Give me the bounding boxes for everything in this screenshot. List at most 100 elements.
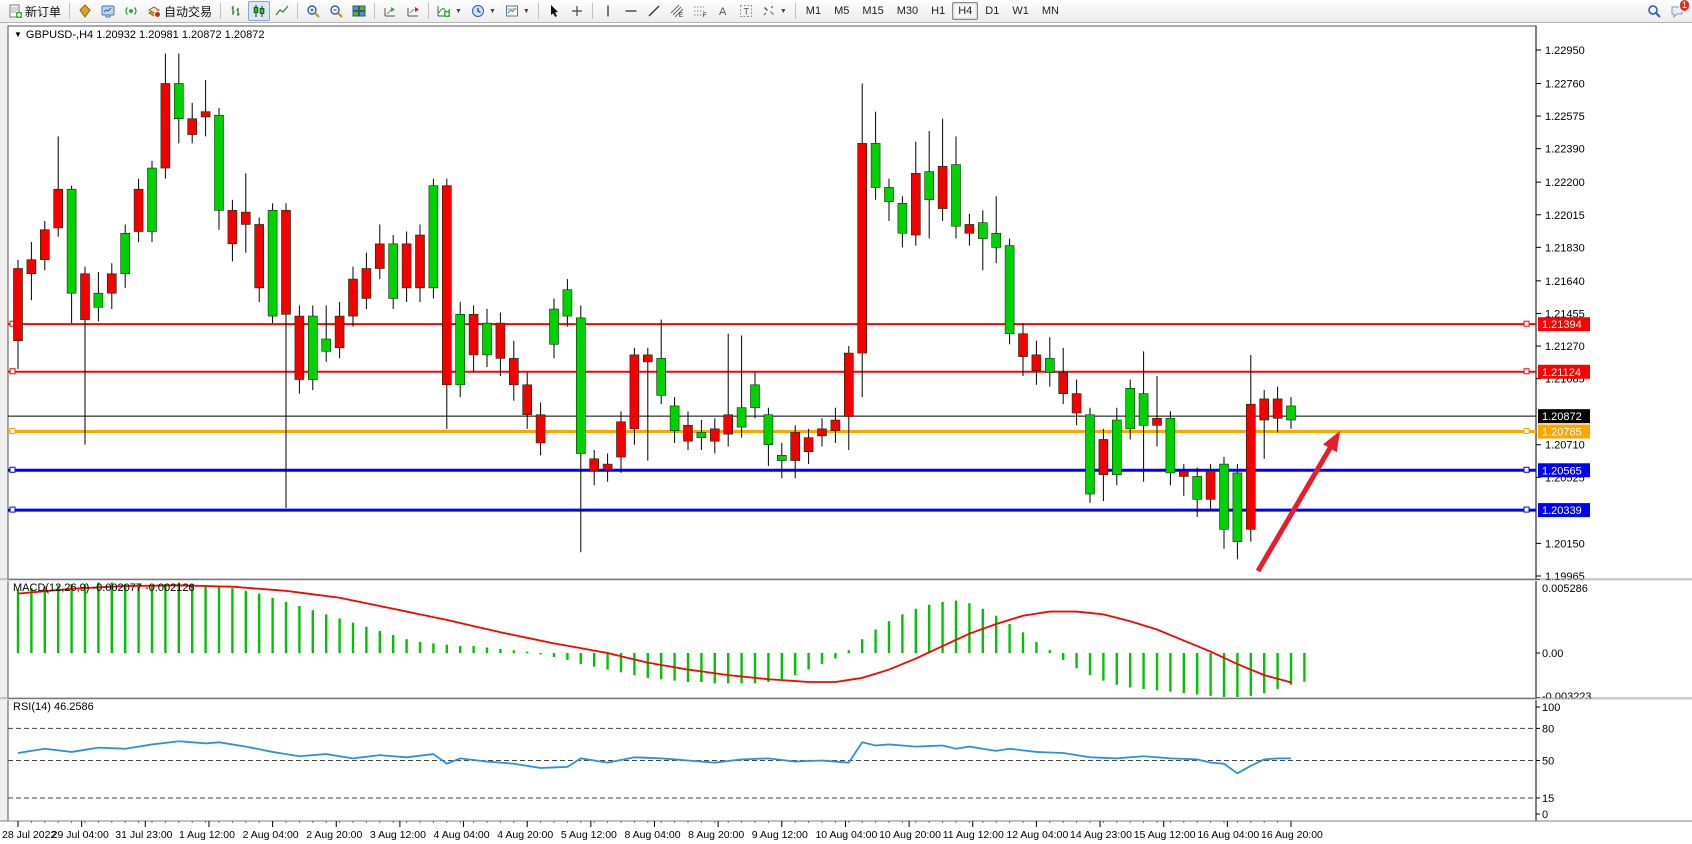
channel-icon: E — [670, 4, 684, 18]
compass-icon — [78, 4, 92, 18]
bars-icon — [229, 4, 243, 18]
time-tick-label: 10 Aug 04:00 — [815, 829, 877, 841]
notifications-button[interactable]: 1 — [1666, 1, 1688, 21]
svg-text:A: A — [719, 6, 727, 18]
candle-body — [416, 235, 425, 288]
vertical-line-button[interactable] — [597, 1, 619, 21]
line-chart-mode-button[interactable] — [271, 1, 293, 21]
cursor-button[interactable] — [543, 1, 565, 21]
chart-list-button[interactable] — [97, 1, 119, 21]
candle-body — [777, 455, 786, 460]
candle-body — [456, 314, 465, 384]
signals-button[interactable] — [120, 1, 142, 21]
tiles-icon — [352, 4, 366, 18]
candle-body — [429, 186, 438, 288]
candle-body — [858, 143, 867, 353]
svg-text:T: T — [743, 7, 749, 17]
rsi-indicator-label: RSI(14) 46.2586 — [13, 701, 94, 713]
timeframe-mn-button[interactable]: MN — [1036, 2, 1065, 20]
macd-tick-label: 0.00 — [1542, 648, 1563, 660]
timeframe-m1-button[interactable]: M1 — [800, 2, 827, 20]
level-handle[interactable] — [1524, 428, 1529, 433]
chart-canvas[interactable]: 1.229501.227601.225751.223901.222001.220… — [0, 23, 1692, 844]
candle-body — [402, 244, 411, 288]
text-button[interactable]: A — [712, 1, 734, 21]
level-handle[interactable] — [10, 369, 15, 374]
candle-body — [978, 223, 987, 239]
candle-body — [362, 269, 371, 299]
level-handle[interactable] — [1524, 467, 1529, 472]
price-pane[interactable] — [8, 26, 1536, 579]
zoom-out-icon — [329, 4, 343, 18]
candle-body — [684, 425, 693, 441]
timeframe-m5-button[interactable]: M5 — [828, 2, 855, 20]
crosshair-button[interactable] — [566, 1, 588, 21]
vline-icon — [601, 4, 615, 18]
arrows-button[interactable]: ▼ — [758, 1, 791, 21]
level-handle[interactable] — [1524, 321, 1529, 326]
chart-shift-button[interactable] — [402, 1, 424, 21]
new-order-button[interactable]: 新订单 — [4, 1, 65, 21]
tile-windows-button[interactable] — [348, 1, 370, 21]
zoom-in-button[interactable] — [302, 1, 324, 21]
candle-body — [295, 316, 304, 379]
timeframe-m15-button[interactable]: M15 — [856, 2, 889, 20]
candlestick-mode-button[interactable] — [248, 1, 270, 21]
indicators-button[interactable]: ▼ — [433, 1, 466, 21]
rsi-tick-label: 15 — [1542, 793, 1554, 805]
level-handle[interactable] — [10, 507, 15, 512]
search-icon — [1647, 4, 1661, 18]
market-watch-button[interactable] — [74, 1, 96, 21]
timeframe-m30-button[interactable]: M30 — [891, 2, 924, 20]
new-order-icon — [8, 4, 22, 18]
periods-button[interactable]: ▼ — [467, 1, 500, 21]
bar-chart-mode-button[interactable] — [225, 1, 247, 21]
toolbar-separator — [374, 3, 375, 19]
candle-body — [992, 233, 1001, 247]
horizontal-line-button[interactable] — [620, 1, 642, 21]
timeframe-d1-button[interactable]: D1 — [979, 2, 1005, 20]
candle-body — [1099, 439, 1108, 474]
auto-scroll-button[interactable] — [379, 1, 401, 21]
search-button[interactable] — [1643, 1, 1665, 21]
level-handle[interactable] — [10, 467, 15, 472]
price-tick-label: 1.21270 — [1545, 341, 1585, 353]
chevron-down-icon: ▼ — [523, 8, 530, 15]
price-tick-label: 1.22015 — [1545, 210, 1585, 222]
timeframe-h4-button[interactable]: H4 — [952, 2, 978, 20]
candle-body — [335, 316, 344, 348]
candle-body — [871, 143, 880, 187]
hline-icon — [624, 4, 638, 18]
templates-button[interactable]: ▼ — [501, 1, 534, 21]
equidistant-channel-button[interactable]: E — [666, 1, 688, 21]
candle-body — [94, 293, 103, 307]
price-tag-label: 1.21394 — [1542, 319, 1582, 331]
zoom-out-button[interactable] — [325, 1, 347, 21]
level-handle[interactable] — [1524, 369, 1529, 374]
candle-body — [751, 385, 760, 408]
text-a-icon: A — [716, 4, 730, 18]
candle-body — [965, 224, 974, 233]
trendline-button[interactable] — [643, 1, 665, 21]
candle-body — [81, 274, 90, 320]
mt4-window: 新订单自动交易▼▼▼EFAT▼M1M5M15M30H1H4D1W1MN1 ▼GB… — [0, 0, 1692, 844]
level-handle[interactable] — [1524, 507, 1529, 512]
text-label-button[interactable]: T — [735, 1, 757, 21]
price-tick-label: 1.22575 — [1545, 111, 1585, 123]
timeframe-w1-button[interactable]: W1 — [1006, 2, 1035, 20]
timeframe-h1-button[interactable]: H1 — [925, 2, 951, 20]
autotrade-icon — [147, 4, 161, 18]
level-handle[interactable] — [10, 428, 15, 433]
candle-body — [121, 233, 130, 274]
candle-body — [1032, 355, 1041, 371]
candle-body — [241, 212, 250, 224]
time-tick-label: 31 Jul 23:00 — [115, 829, 172, 841]
symbol-title[interactable]: ▼GBPUSD-,H4 1.20932 1.20981 1.20872 1.20… — [14, 29, 264, 41]
svg-text:F: F — [703, 13, 707, 18]
candle-body — [1233, 473, 1242, 542]
time-tick-label: 29 Jul 04:00 — [52, 829, 109, 841]
fibonacci-button[interactable]: F — [689, 1, 711, 21]
candle-body — [161, 83, 170, 168]
auto-trading-button[interactable]: 自动交易 — [143, 1, 216, 21]
crosshair-icon — [570, 4, 584, 18]
